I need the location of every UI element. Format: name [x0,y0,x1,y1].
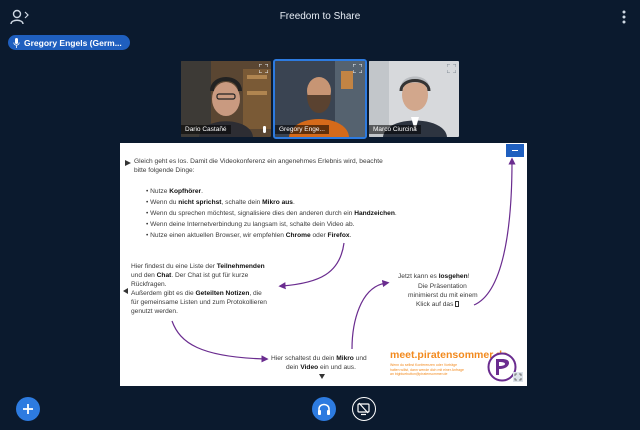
fullscreen-icon[interactable] [353,64,362,73]
fullscreen-icon[interactable] [447,64,456,73]
top-bar: Freedom to Share [0,0,640,34]
plus-icon [23,404,33,414]
presentation-slide: Gleich geht es los. Damit die Videokonfe… [120,143,527,386]
webcam-name: Gregory Enge... [275,125,329,134]
webcam-tile[interactable]: Dario Castañé [181,61,271,137]
headphones-icon [318,403,330,415]
audio-button[interactable] [312,397,336,421]
brand-note: Wenn du selbst Konferenzen oder Vorträge… [390,363,464,376]
webcam-tile-active[interactable]: Gregory Enge... [273,59,367,139]
webcam-name: Dario Castañé [181,125,231,134]
webcam-strip: Dario Castañé Gregory Enge... Marco Ciur… [181,59,459,139]
screen-share-icon [357,402,370,416]
microphone-muted-icon [263,126,266,133]
speaker-name: Gregory Engels (Germ... [24,37,122,48]
actions-button[interactable] [16,397,40,421]
more-vertical-icon[interactable] [618,8,630,26]
microphone-icon [13,37,20,48]
meeting-title: Freedom to Share [279,11,361,22]
fullscreen-icon[interactable] [513,372,523,382]
current-speaker-indicator[interactable]: Gregory Engels (Germ... [8,35,130,50]
webcam-name: Marco Ciurcina [369,125,421,134]
fullscreen-icon[interactable] [259,64,268,73]
screen-share-button[interactable] [352,397,376,421]
webcam-tile[interactable]: Marco Ciurcina [369,61,459,137]
